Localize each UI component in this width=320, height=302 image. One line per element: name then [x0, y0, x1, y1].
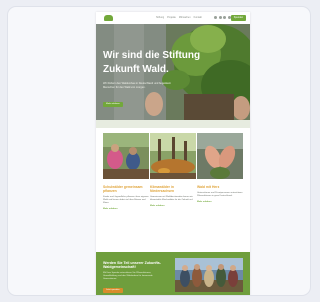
donate-button[interactable]: Spenden	[230, 15, 246, 21]
project-text-1: Kinder und Jugendliche pflanzen ihren ei…	[103, 196, 149, 205]
nav-link-kontakt[interactable]: Kontakt	[194, 15, 202, 20]
project-card-1[interactable]: Schulwälder gemeinsam pflanzen Kinder un…	[103, 133, 149, 211]
cta-photo-group	[175, 258, 243, 292]
leaf-logo-icon[interactable]	[104, 15, 113, 21]
nav-link-projekte[interactable]: Projekte	[167, 15, 176, 20]
cta-donate-button[interactable]: Jetzt spenden	[103, 288, 123, 293]
hero-subtitle: Wir fördern den Waldumbau in Deutschland…	[103, 82, 172, 89]
project-title-1: Schulwälder gemeinsam pflanzen	[103, 185, 143, 194]
project-photo-children-planting	[103, 133, 149, 179]
hero-title: Wir sind die Stiftung Zukunft Wald.	[103, 50, 201, 75]
project-link-1[interactable]: Mehr erfahren	[103, 208, 149, 211]
preview-card: Stiftung Projekte Mitmachen Kontakt Spen…	[7, 6, 311, 296]
hero-section: Wir sind die Stiftung Zukunft Wald. Wir …	[96, 24, 250, 128]
linkedin-icon[interactable]	[223, 16, 226, 19]
website-screenshot[interactable]: Stiftung Projekte Mitmachen Kontakt Spen…	[96, 12, 250, 295]
project-link-2[interactable]: Mehr erfahren	[150, 205, 196, 208]
project-card-3[interactable]: Wald mit Herz Unternehmen und Privatpers…	[197, 133, 243, 204]
cta-text: Mit Ihrer Spende unterstützen Sie Pflanz…	[103, 272, 153, 280]
cta-title: Werden Sie Teil unserer Zukunfts-Waldgem…	[103, 261, 161, 270]
nav-link-mitmachen[interactable]: Mitmachen	[179, 15, 191, 20]
cta-section: Werden Sie Teil unserer Zukunfts-Waldgem…	[96, 252, 250, 295]
facebook-icon[interactable]	[214, 16, 217, 19]
header-icons	[214, 16, 231, 19]
project-text-3: Unternehmen und Privatpersonen unterstüt…	[197, 192, 243, 198]
project-title-3: Wald mit Herz	[197, 185, 220, 189]
project-photo-forest-clearing	[150, 133, 196, 179]
nav-link-stiftung[interactable]: Stiftung	[156, 15, 164, 20]
project-text-2: Gemeinsam mit Waldbesitzenden bauen wir …	[150, 196, 194, 202]
project-title-2: Klimawälder in Niedersachsen	[150, 185, 175, 194]
project-card-2[interactable]: Klimawälder in Niedersachsen Gemeinsam m…	[150, 133, 196, 208]
project-photo-hands-heart	[197, 133, 243, 179]
instagram-icon[interactable]	[218, 16, 222, 19]
projects-grid: Schulwälder gemeinsam pflanzen Kinder un…	[103, 133, 243, 223]
site-header: Stiftung Projekte Mitmachen Kontakt Spen…	[96, 12, 250, 24]
hero-more-button[interactable]: Mehr erfahren	[103, 102, 123, 107]
main-nav: Stiftung Projekte Mitmachen Kontakt	[156, 15, 202, 20]
project-link-3[interactable]: Mehr erfahren	[197, 201, 243, 204]
